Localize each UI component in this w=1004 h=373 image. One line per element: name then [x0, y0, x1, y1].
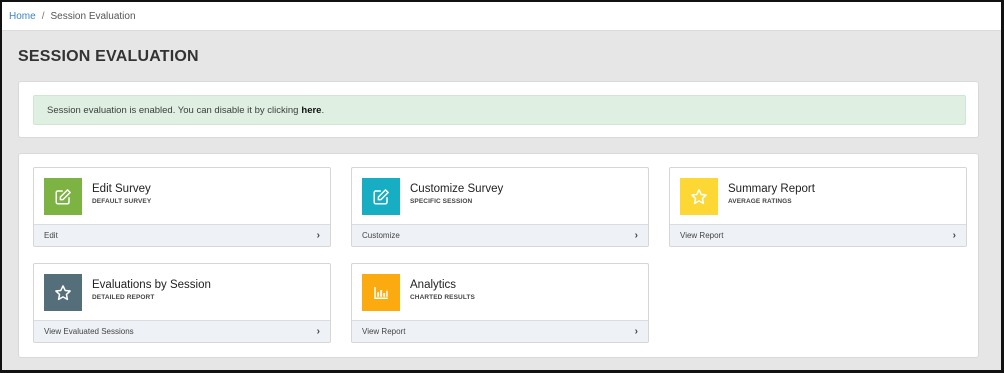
- status-alert: Session evaluation is enabled. You can d…: [33, 95, 966, 125]
- chevron-right-icon: ›: [634, 326, 638, 337]
- card-edit-survey: Edit Survey DEFAULT SURVEY Edit ›: [33, 167, 331, 247]
- card-title: Edit Survey: [92, 183, 151, 195]
- alert-panel: Session evaluation is enabled. You can d…: [18, 81, 979, 138]
- customize-link[interactable]: Customize ›: [352, 224, 648, 246]
- page-title: SESSION EVALUATION: [18, 48, 199, 65]
- card-subtitle: SPECIFIC SESSION: [410, 198, 473, 205]
- card-body: Analytics CHARTED RESULTS: [352, 264, 648, 321]
- breadcrumb-current: Session Evaluation: [50, 10, 136, 22]
- alert-text: Session evaluation is enabled. You can d…: [47, 104, 299, 116]
- app-frame: Home / Session Evaluation SESSION EVALUA…: [0, 0, 1004, 373]
- card-subtitle: AVERAGE RATINGS: [728, 198, 792, 205]
- card-subtitle: DETAILED REPORT: [92, 294, 155, 301]
- breadcrumb-separator: /: [41, 10, 45, 22]
- card-footer-label: View Evaluated Sessions: [44, 327, 134, 336]
- cards-panel: Edit Survey DEFAULT SURVEY Edit › Custom…: [18, 153, 979, 358]
- card-body: Customize Survey SPECIFIC SESSION: [352, 168, 648, 225]
- card-subtitle: DEFAULT SURVEY: [92, 198, 152, 205]
- card-title: Analytics: [410, 279, 457, 291]
- card-title: Customize Survey: [410, 183, 504, 195]
- view-analytics-report-link[interactable]: View Report ›: [352, 320, 648, 342]
- card-analytics: Analytics CHARTED RESULTS View Report ›: [351, 263, 649, 343]
- card-title: Summary Report: [728, 183, 815, 195]
- chart-icon: [362, 274, 400, 311]
- edit-icon: [362, 178, 400, 215]
- card-subtitle: CHARTED RESULTS: [410, 294, 475, 301]
- alert-suffix: .: [321, 104, 325, 116]
- card-body: Summary Report AVERAGE RATINGS: [670, 168, 966, 225]
- chevron-right-icon: ›: [316, 230, 320, 241]
- edit-survey-link[interactable]: Edit ›: [34, 224, 330, 246]
- card-footer-label: Edit: [44, 231, 58, 240]
- card-body: Evaluations by Session DETAILED REPORT: [34, 264, 330, 321]
- card-footer-label: Customize: [362, 231, 400, 240]
- star-icon: [44, 274, 82, 311]
- view-summary-report-link[interactable]: View Report ›: [670, 224, 966, 246]
- breadcrumb-home-link[interactable]: Home: [9, 11, 36, 22]
- card-footer-label: View Report: [362, 327, 406, 336]
- card-evaluations-by-session: Evaluations by Session DETAILED REPORT V…: [33, 263, 331, 343]
- card-footer-label: View Report: [680, 231, 724, 240]
- card-summary-report: Summary Report AVERAGE RATINGS View Repo…: [669, 167, 967, 247]
- chevron-right-icon: ›: [316, 326, 320, 337]
- breadcrumb: Home / Session Evaluation: [2, 2, 1001, 31]
- card-body: Edit Survey DEFAULT SURVEY: [34, 168, 330, 225]
- star-icon: [680, 178, 718, 215]
- disable-link[interactable]: here: [301, 105, 321, 116]
- chevron-right-icon: ›: [952, 230, 956, 241]
- view-evaluated-sessions-link[interactable]: View Evaluated Sessions ›: [34, 320, 330, 342]
- card-title: Evaluations by Session: [92, 279, 211, 291]
- chevron-right-icon: ›: [634, 230, 638, 241]
- card-customize-survey: Customize Survey SPECIFIC SESSION Custom…: [351, 167, 649, 247]
- edit-icon: [44, 178, 82, 215]
